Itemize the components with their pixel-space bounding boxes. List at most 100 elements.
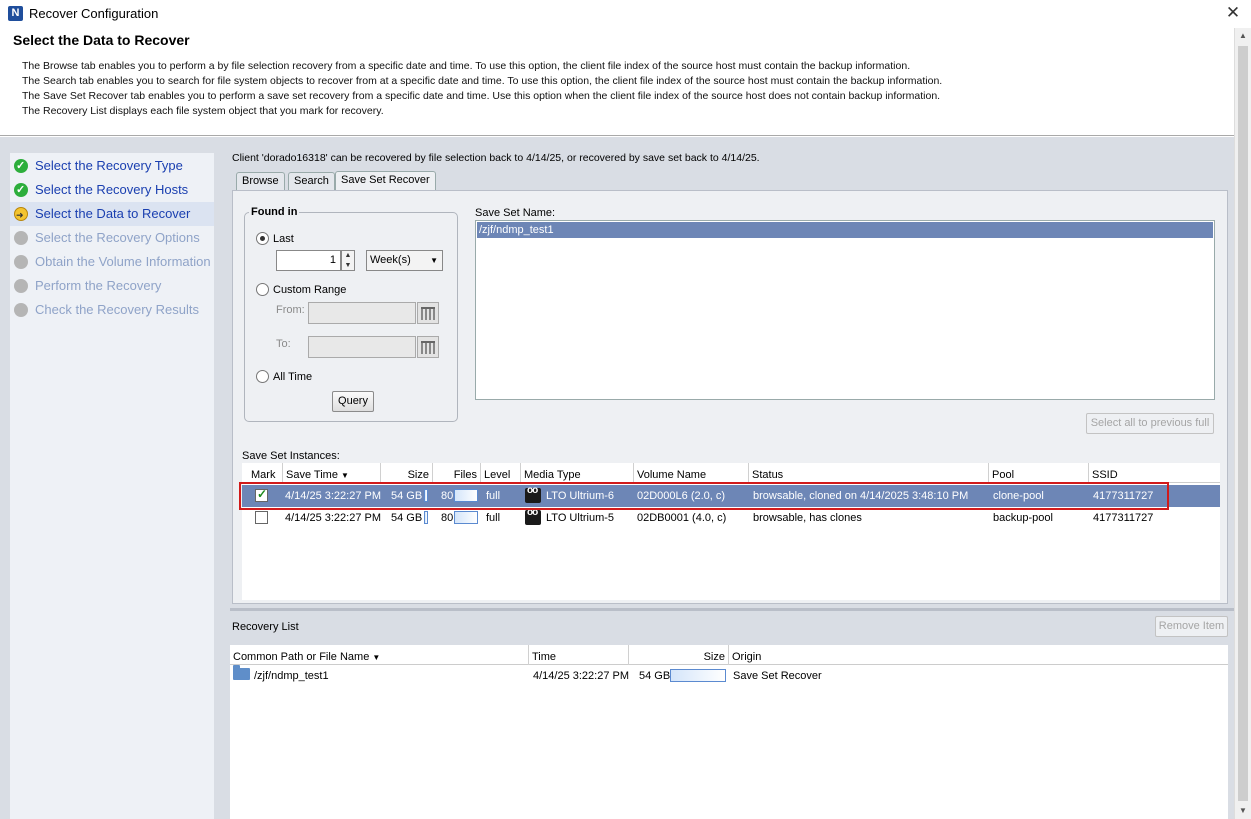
files-cell: 80 [441,512,454,524]
column-media-type[interactable]: Media Type [521,463,634,483]
path-cell: /zjf/ndmp_test1 [254,670,329,682]
to-label: To: [276,338,291,350]
column-files[interactable]: Files [433,463,481,483]
last-count-input[interactable]: 1 [276,250,341,271]
size-cell: 54 GB [391,512,423,524]
step-data-to-recover[interactable]: Select the Data to Recover [10,202,214,227]
column-save-time-label: Save Time [286,469,338,481]
size-bar [670,669,726,682]
step-recovery-options: Select the Recovery Options [10,226,214,250]
sort-down-icon: ▼ [341,471,349,480]
pending-icon [14,231,28,245]
from-date-field [308,302,416,324]
client-message: Client 'dorado16318' can be recovered by… [232,152,760,164]
tab-search[interactable]: Search [288,172,335,190]
pending-icon [14,255,28,269]
save-time-cell: 4/14/25 3:22:27 PM [285,512,382,524]
column-size[interactable]: Size [629,645,729,665]
column-status[interactable]: Status [749,463,989,483]
all-time-radio[interactable] [256,370,269,383]
step-label: Select the Recovery Options [35,230,200,245]
column-time[interactable]: Time [529,645,629,665]
scroll-down-icon[interactable]: ▼ [1235,803,1251,819]
chevron-up-icon[interactable]: ▲ [342,251,354,261]
level-cell: full [486,512,501,524]
table-row[interactable]: /zjf/ndmp_test1 4/14/25 3:22:27 PM 54 GB… [230,665,1228,687]
last-count-stepper[interactable]: ▲ ▼ [341,250,355,271]
table-header: Common Path or File Name ▼ Time Size Ori… [230,645,1228,665]
close-button[interactable]: ✕ [1223,3,1243,23]
window-title: Recover Configuration [29,6,159,21]
tab-browse[interactable]: Browse [236,172,285,190]
check-icon [14,154,28,178]
step-label: Select the Data to Recover [35,206,191,221]
check-icon [14,178,28,202]
recovery-list-label: Recovery List [232,621,299,633]
column-size[interactable]: Size [381,463,433,483]
column-pool[interactable]: Pool [989,463,1089,483]
description-recovery-list: The Recovery List displays each file sys… [22,105,384,117]
dropdown-arrow-icon: ▼ [430,256,438,265]
step-label: Perform the Recovery [35,278,162,293]
column-level[interactable]: Level [481,463,521,483]
step-recovery-type[interactable]: Select the Recovery Type [10,154,214,178]
table-header: Mark Save Time ▼ Size Files Level Media … [242,463,1220,483]
column-volume-name[interactable]: Volume Name [634,463,749,483]
pending-icon [14,279,28,293]
vertical-scrollbar[interactable]: ▲ ▼ [1234,28,1251,819]
tape-icon [525,507,541,525]
save-set-name-label: Save Set Name: [475,207,556,219]
size-cell: 54 GB [639,670,671,682]
list-item[interactable]: /zjf/ndmp_test1 [477,222,1213,238]
description-browse: The Browse tab enables you to perform a … [22,60,911,72]
scrollbar-thumb[interactable] [1238,46,1248,801]
column-mark[interactable]: Mark [248,463,283,483]
folder-icon [233,665,250,680]
media-type-cell: LTO Ultrium-5 [546,512,615,524]
page-header: Select the Data to Recover The Browse ta… [0,28,1234,136]
title-bar: N Recover Configuration ✕ [0,0,1251,28]
column-path-label: Common Path or File Name [233,651,370,663]
arrow-right-icon [14,203,28,227]
scroll-up-icon[interactable]: ▲ [1235,28,1251,44]
column-path[interactable]: Common Path or File Name ▼ [230,645,529,665]
step-label: Select the Recovery Type [35,158,183,173]
tab-save-set-recover[interactable]: Save Set Recover [335,171,436,191]
sort-down-icon: ▼ [372,653,381,662]
step-label: Select the Recovery Hosts [35,182,189,197]
column-origin[interactable]: Origin [729,645,1228,665]
column-ssid[interactable]: SSID [1089,463,1220,483]
split-pane-divider[interactable] [230,608,1234,611]
size-bar [424,511,428,524]
page-title: Select the Data to Recover [13,32,190,48]
volume-name-cell: 02DB0001 (4.0, c) [637,512,727,524]
to-calendar-icon [417,336,439,358]
column-save-time[interactable]: Save Time ▼ [283,463,381,483]
highlight-box [239,482,1169,510]
wizard-steps: Select the Recovery Type Select the Reco… [10,153,214,819]
files-bar [454,511,478,524]
save-set-name-list[interactable]: /zjf/ndmp_test1 [475,220,1215,400]
found-in-title: Found in [249,206,300,218]
last-radio[interactable] [256,232,269,245]
unit-select[interactable]: Week(s) ▼ [366,250,443,271]
step-recovery-hosts[interactable]: Select the Recovery Hosts [10,178,214,202]
pool-cell: backup-pool [993,512,1053,524]
table-row[interactable]: 4/14/25 3:22:27 PM 54 GB 80 full LTO Ult… [242,507,1220,529]
query-button[interactable]: Query [332,391,374,412]
custom-range-radio[interactable] [256,283,269,296]
step-volume-information: Obtain the Volume Information [10,250,214,274]
mark-checkbox[interactable] [255,511,268,524]
description-save-set: The Save Set Recover tab enables you to … [22,90,941,102]
step-check-results: Check the Recovery Results [10,298,214,322]
status-cell: browsable, has clones [753,512,862,524]
from-calendar-icon [417,302,439,324]
step-label: Check the Recovery Results [35,302,200,317]
ssid-cell: 4177311727 [1093,512,1154,524]
select-all-previous-full-button: Select all to previous full [1086,413,1214,434]
recovery-list-table: Common Path or File Name ▼ Time Size Ori… [230,645,1228,819]
unit-select-value: Week(s) [370,254,411,266]
chevron-down-icon[interactable]: ▼ [342,261,354,271]
time-cell: 4/14/25 3:22:27 PM [533,670,630,682]
description-search: The Search tab enables you to search for… [22,75,943,87]
